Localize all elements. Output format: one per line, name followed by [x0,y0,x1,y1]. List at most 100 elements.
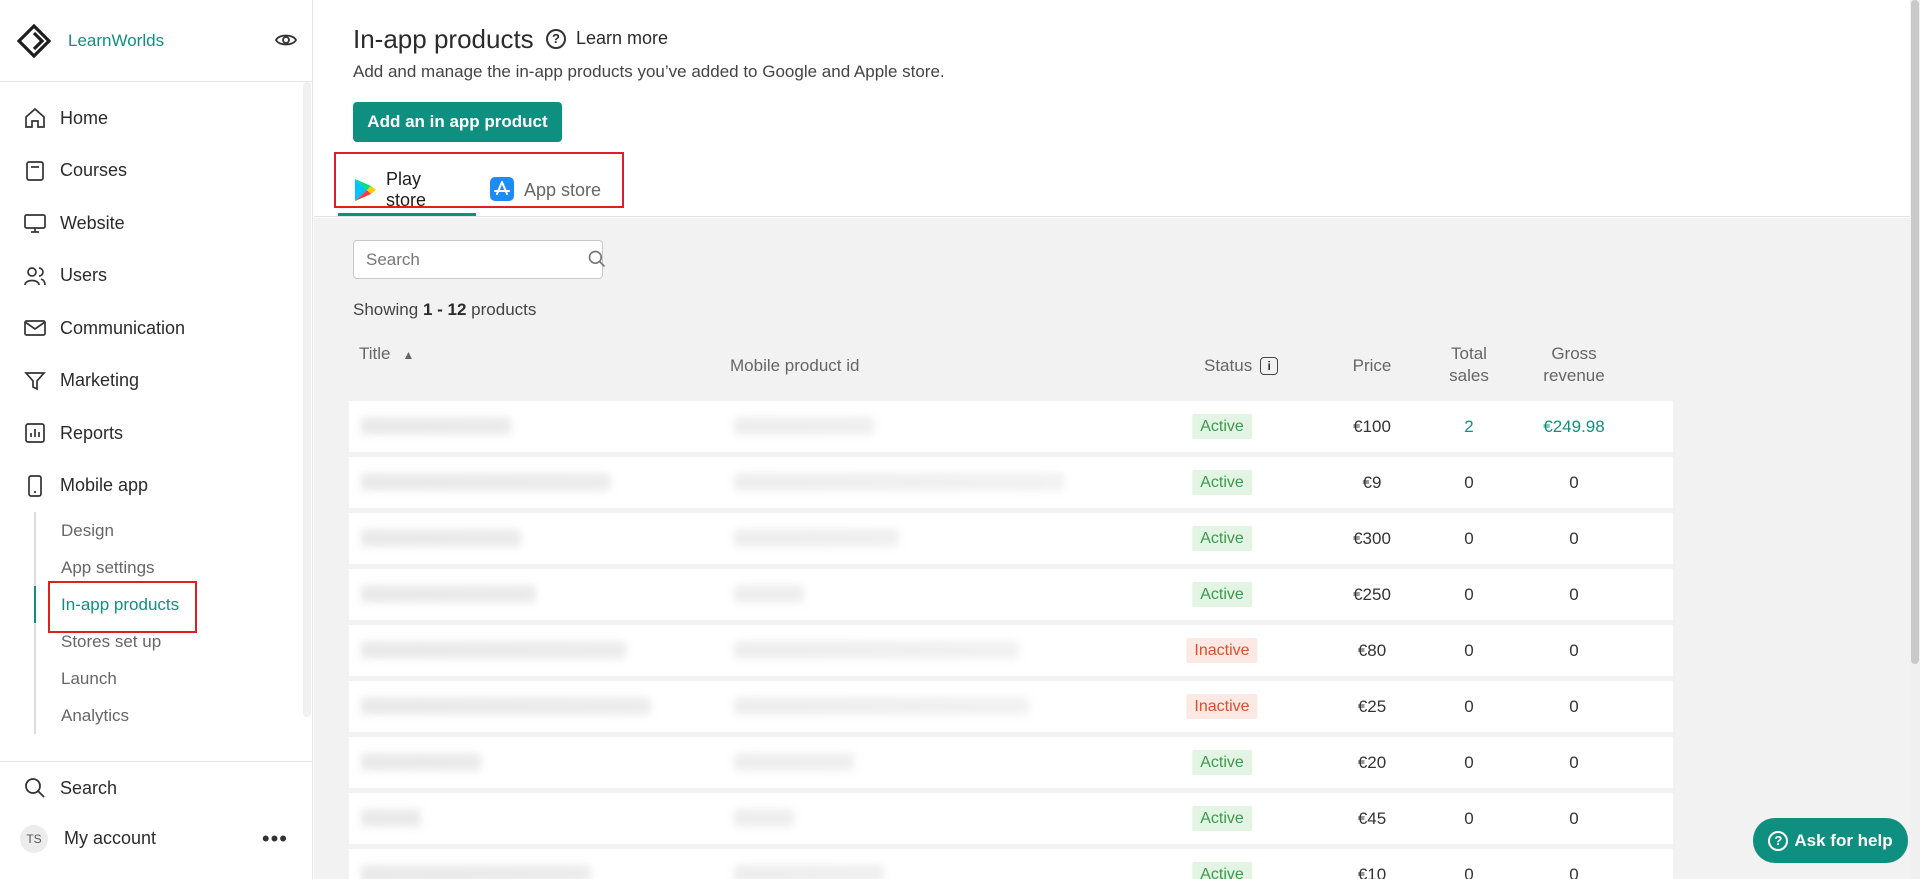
chart-icon [22,420,48,446]
search-field[interactable] [353,240,606,279]
sidebar: LearnWorlds Home Courses Website Users C… [0,0,313,879]
store-tabs: Play store App store [338,169,615,217]
search-icon [22,775,48,801]
subnav-item-app-settings[interactable]: App settings [36,549,312,586]
gross-revenue-cell: 0 [1569,585,1579,604]
info-icon[interactable]: i [1260,357,1279,375]
learnworlds-logo-icon[interactable] [16,23,52,59]
blur-overlay [349,681,1155,732]
my-account[interactable]: TS My account ••• [0,815,312,863]
sidebar-item-mobile-app[interactable]: Mobile app [0,460,312,513]
subnav-item-analytics[interactable]: Analytics [36,697,312,734]
tab-play-store[interactable]: Play store [338,169,476,216]
mail-icon [22,315,48,341]
total-sales-cell[interactable]: 2 [1429,401,1509,452]
product-rows: Active €100 2 €249.98 Active €9 0 0 Active €300 0 0… [349,401,1673,879]
table-row[interactable]: Active €9 0 0 [349,457,1673,508]
gross-revenue-cell: 0 [1569,809,1579,828]
monitor-icon [22,210,48,236]
avatar: TS [20,824,48,853]
gross-revenue-cell[interactable]: €249.98 [1529,401,1619,452]
brand-name[interactable]: LearnWorlds [68,31,164,51]
gross-revenue-cell: 0 [1569,473,1579,492]
table-row[interactable]: Inactive €25 0 0 [349,681,1673,732]
sidebar-item-courses[interactable]: Courses [0,145,312,198]
sidebar-item-label: Website [60,212,125,233]
table-row[interactable]: Active €250 0 0 [349,569,1673,620]
total-sales-cell: 0 [1464,473,1474,492]
sidebar-item-label: Courses [60,160,128,181]
google-play-icon [352,177,378,203]
learn-more-label: Learn more [576,28,669,48]
sidebar-item-reports[interactable]: Reports [0,407,312,460]
sidebar-item-users[interactable]: Users [0,250,312,303]
tab-app-store[interactable]: App store [476,170,615,210]
table-row[interactable]: Active €300 0 0 [349,513,1673,564]
price-cell: €20 [1357,753,1387,772]
sidebar-item-communication[interactable]: Communication [0,302,312,355]
blur-overlay [349,625,1155,676]
column-title[interactable]: Title ▲ [359,343,414,366]
brand-header: LearnWorlds [0,0,312,82]
price-cell: €45 [1357,809,1387,828]
subnav-item-in-app-products[interactable]: In-app products [34,586,312,623]
column-gross-revenue: Gross revenue [1529,343,1619,387]
blur-overlay [349,457,1155,508]
search-icon[interactable] [587,249,607,271]
help-circle-icon: ? [546,28,566,49]
sidebar-scrollbar[interactable] [303,82,311,717]
gross-revenue-cell: 0 [1569,753,1579,772]
status-badge: Inactive [1186,638,1258,663]
help-circle-icon: ? [1768,830,1789,851]
subnav-item-launch[interactable]: Launch [36,660,312,697]
search-input[interactable] [354,241,587,278]
blur-overlay [349,569,1155,620]
learn-more-link[interactable]: ? Learn more [546,28,668,49]
status-badge: Active [1192,806,1252,831]
table-row[interactable]: Active €45 0 0 [349,793,1673,844]
blur-overlay [349,793,1155,844]
column-title-label: Title [359,344,391,363]
blur-overlay [349,401,1155,452]
ask-for-help-button[interactable]: ? Ask for help [1753,818,1908,863]
subnav-item-stores-set-up[interactable]: Stores set up [36,623,312,660]
my-account-label: My account [64,828,157,848]
showing-prefix: Showing [353,300,419,319]
column-total-sales: Total sales [1442,343,1496,387]
sidebar-item-website[interactable]: Website [0,197,312,250]
sidebar-item-label: Marketing [60,370,140,391]
more-options-icon[interactable]: ••• [262,826,288,852]
page-scrollbar[interactable] [1910,0,1920,879]
sidebar-item-label: Home [60,107,109,128]
sort-ascending-icon[interactable]: ▲ [403,348,415,362]
price-cell: €10 [1357,865,1387,879]
book-icon [22,158,48,184]
sidebar-search[interactable]: Search [0,762,312,815]
add-in-app-product-button[interactable]: Add an in app product [353,102,562,142]
total-sales-cell: 0 [1464,809,1474,828]
status-badge: Active [1192,470,1252,495]
showing-range: 1 - 12 [422,300,467,319]
subnav-item-design[interactable]: Design [36,512,312,549]
table-row[interactable]: Active €20 0 0 [349,737,1673,788]
total-sales-cell: 0 [1464,697,1474,716]
table-row[interactable]: Active €10 0 0 [349,849,1673,879]
price-cell: €100 [1353,417,1391,436]
table-row[interactable]: Inactive €80 0 0 [349,625,1673,676]
status-badge: Inactive [1186,694,1258,719]
sidebar-item-marketing[interactable]: Marketing [0,355,312,408]
main-nav: Home Courses Website Users Communication… [0,82,312,734]
tab-label: App store [524,179,602,200]
eye-icon[interactable] [274,28,298,52]
price-cell: €250 [1353,585,1391,604]
sidebar-item-label: Communication [60,317,186,338]
page-scrollbar-thumb[interactable] [1911,0,1919,664]
phone-icon [22,473,48,499]
total-sales-cell: 0 [1464,641,1474,660]
sidebar-item-home[interactable]: Home [0,92,312,145]
products-panel: Showing 1 - 12 products Title ▲ Mobile pr… [314,218,1910,879]
table-row[interactable]: Active €100 2 €249.98 [349,401,1673,452]
page-header: In-app products ? Learn more Add and man… [314,0,1920,217]
gross-revenue-cell: 0 [1569,697,1579,716]
column-revenue-line2: revenue [1543,366,1605,385]
